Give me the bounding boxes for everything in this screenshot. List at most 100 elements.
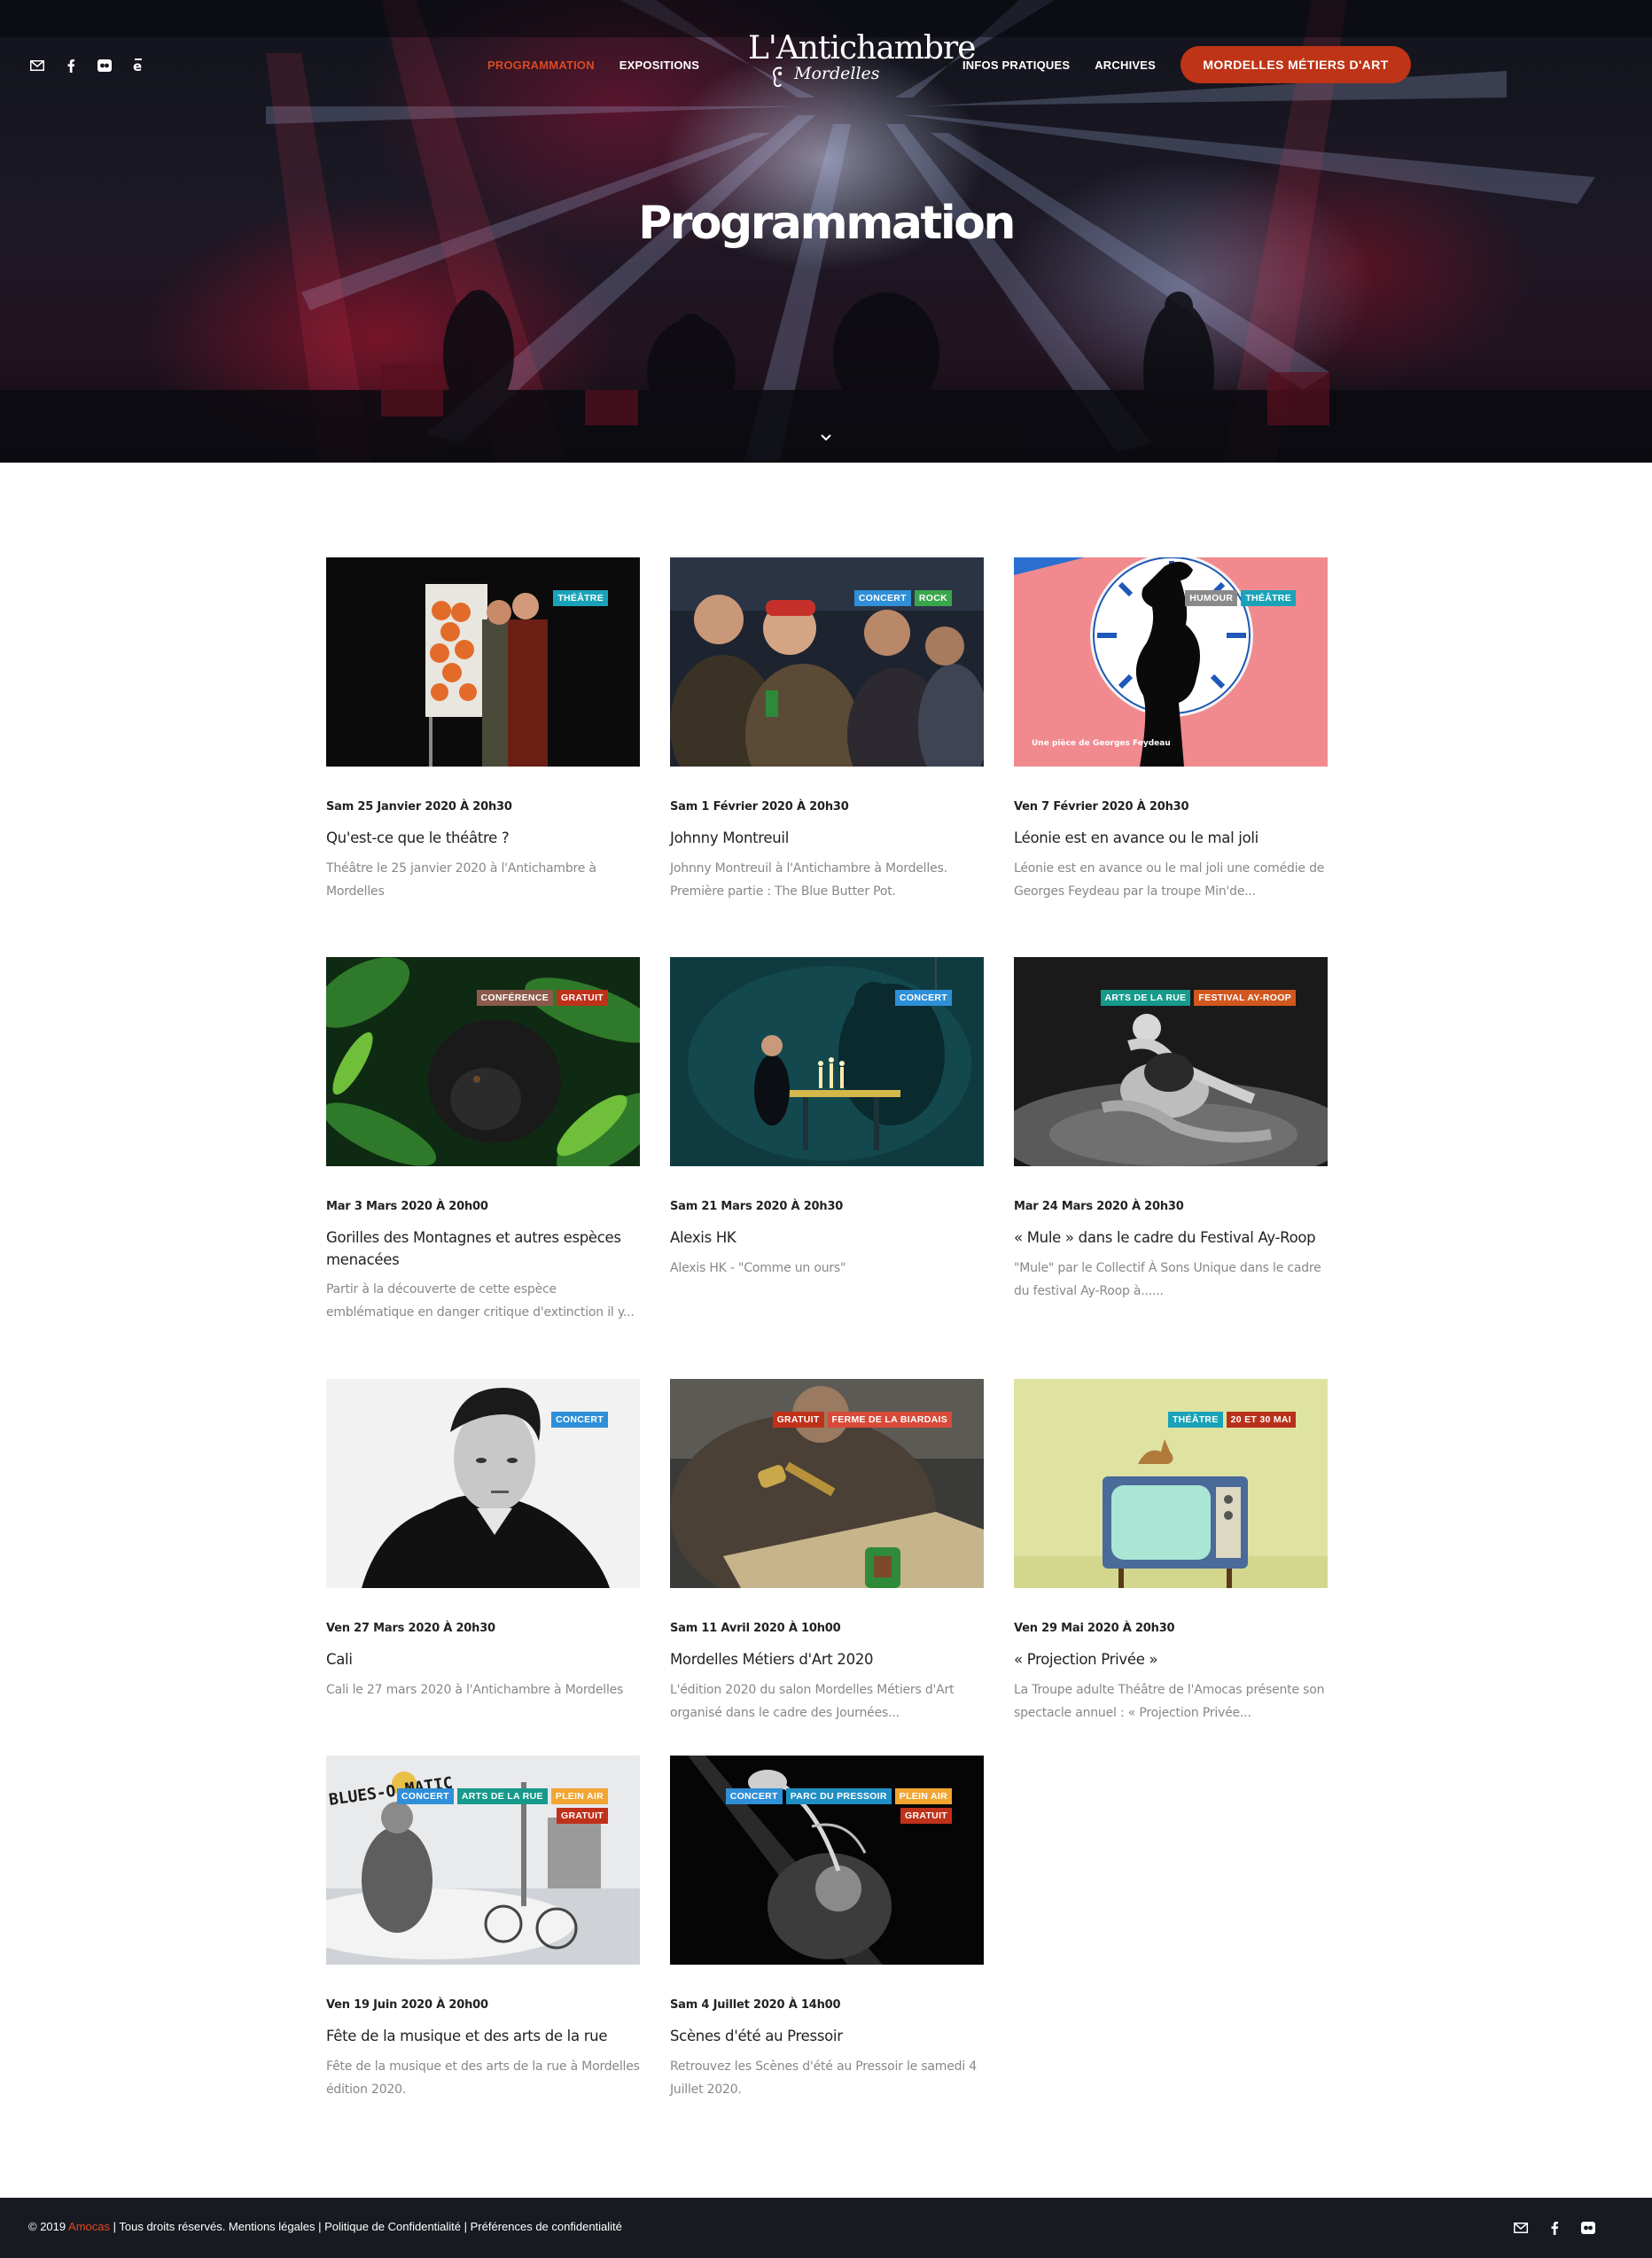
logo-sub-text: Mordelles (794, 64, 880, 83)
tag-badge[interactable]: FESTIVAL AY-ROOP (1194, 990, 1296, 1006)
nav-archives[interactable]: ARCHIVES (1095, 58, 1156, 72)
event-title[interactable]: Gorilles des Montagnes et autres espèces… (326, 1226, 640, 1271)
amocas-link[interactable]: Amocas (68, 2220, 110, 2233)
event-excerpt: Fête de la musique et des arts de la rue… (326, 2059, 640, 2097)
tag-badge[interactable]: FERME DE LA BIARDAIS (827, 1412, 952, 1428)
event-date: Ven 19 Juin 2020 À 20h00 (326, 1998, 488, 2012)
tag-badge[interactable]: CONCERT (894, 990, 952, 1006)
facebook-icon[interactable] (62, 57, 80, 74)
event-title[interactable]: Mordelles Métiers d'Art 2020 (670, 1648, 984, 1670)
event-card[interactable]: ARTS DE LA RUE FESTIVAL AY-ROOP Mar 24 M… (1014, 957, 1328, 1298)
nav-infos-pratiques[interactable]: INFOS PRATIQUES (962, 58, 1070, 72)
event-title[interactable]: Qu'est-ce que le théâtre ? (326, 827, 640, 849)
mail-icon[interactable] (28, 57, 46, 74)
tag-badge[interactable]: GRATUIT (557, 990, 608, 1006)
chevron-down-icon[interactable] (817, 431, 835, 443)
event-card[interactable]: BLUES-O-MATIC CONCERT ARTS DE LA RUE PLE… (326, 1756, 640, 2097)
event-date: Sam 1 Février 2020 À 20h30 (670, 800, 849, 814)
event-excerpt: Johnny Montreuil à l'Antichambre à Morde… (670, 861, 947, 899)
flickr-icon[interactable] (1579, 2219, 1597, 2237)
tag-badge[interactable]: THÉÂTRE (553, 590, 608, 606)
tag-badge[interactable]: CONCERT (853, 590, 911, 606)
mordelles-metiers-art-button[interactable]: MORDELLES MÉTIERS D'ART (1181, 46, 1411, 83)
event-thumbnail[interactable]: GRATUIT FERME DE LA BIARDAIS (670, 1379, 984, 1588)
site-logo[interactable]: L'Antichambre Mordelles (743, 25, 976, 88)
event-thumbnail[interactable]: CONCERT ROCK (670, 557, 984, 767)
event-tags: CONFÉRENCE GRATUIT (378, 990, 608, 1006)
tag-badge[interactable]: ROCK (914, 590, 952, 606)
event-image (326, 557, 640, 767)
event-tags: CONCERT (721, 990, 952, 1006)
tag-badge[interactable]: GRATUIT (557, 1808, 608, 1824)
event-thumbnail[interactable]: THÉÂTRE 20 ET 30 MAI (1014, 1379, 1328, 1588)
event-card[interactable]: THÉÂTRE Sam 25 Janvier 2020 À 20h30 Qu'e… (326, 557, 640, 899)
event-excerpt: Alexis HK - "Comme un ours" (670, 1261, 846, 1275)
event-thumbnail[interactable]: Une pièce de Georges Feydeau HUMOUR THÉÂ… (1014, 557, 1328, 767)
event-card[interactable]: THÉÂTRE 20 ET 30 MAI Ven 29 Mai 2020 À 2… (1014, 1379, 1328, 1720)
tag-badge[interactable]: HUMOUR (1185, 590, 1238, 606)
event-title[interactable]: Johnny Montreuil (670, 827, 984, 849)
tag-badge[interactable]: GRATUIT (900, 1808, 952, 1824)
tag-badge[interactable]: THÉÂTRE (1167, 1412, 1223, 1428)
event-excerpt: La Troupe adulte Théâtre de l'Amocas pré… (1014, 1683, 1325, 1720)
e-icon[interactable]: e (129, 57, 147, 74)
nav-programmation[interactable]: PROGRAMMATION (487, 58, 595, 72)
tag-badge[interactable]: CONFÉRENCE (476, 990, 554, 1006)
nav-expositions[interactable]: EXPOSITIONS (620, 58, 699, 72)
event-tags: CONCERT PARC DU PRESSOIR PLEIN AIR GRATU… (721, 1788, 952, 1824)
event-title[interactable]: Léonie est en avance ou le mal joli (1014, 827, 1328, 849)
event-title[interactable]: « Mule » dans le cadre du Festival Ay-Ro… (1014, 1226, 1328, 1249)
event-date: Sam 25 Janvier 2020 À 20h30 (326, 800, 512, 814)
event-excerpt: L'édition 2020 du salon Mordelles Métier… (670, 1683, 955, 1720)
event-thumbnail[interactable]: CONCERT PARC DU PRESSOIR PLEIN AIR GRATU… (670, 1756, 984, 1965)
tag-badge[interactable]: ARTS DE LA RUE (456, 1788, 548, 1804)
event-image (670, 1756, 984, 1965)
tag-badge[interactable]: CONCERT (550, 1412, 608, 1428)
event-image (1014, 1379, 1328, 1588)
event-card[interactable]: CONCERT Sam 21 Mars 2020 À 20h30 Alexis … (670, 957, 984, 1275)
event-date: Ven 7 Février 2020 À 20h30 (1014, 800, 1189, 814)
event-title[interactable]: Scènes d'été au Pressoir (670, 2025, 984, 2047)
mail-icon[interactable] (1512, 2219, 1530, 2237)
main-nav-left: PROGRAMMATION EXPOSITIONS (487, 58, 699, 72)
event-title[interactable]: Cali (326, 1648, 640, 1670)
tag-badge[interactable]: ARTS DE LA RUE (1100, 990, 1191, 1006)
event-excerpt: Partir à la découverte de cette espèce e… (326, 1282, 635, 1320)
tag-badge[interactable]: GRATUIT (772, 1412, 824, 1428)
event-title[interactable]: Fête de la musique et des arts de la rue (326, 2025, 640, 2047)
tag-badge[interactable]: PLEIN AIR (894, 1788, 952, 1804)
svg-text:e: e (133, 58, 142, 74)
tag-badge[interactable]: PARC DU PRESSOIR (785, 1788, 892, 1804)
event-thumbnail[interactable]: CONCERT (670, 957, 984, 1166)
event-excerpt: "Mule" par le Collectif À Sons Unique da… (1014, 1261, 1321, 1298)
tag-badge[interactable]: PLEIN AIR (550, 1788, 608, 1804)
event-card[interactable]: CONFÉRENCE GRATUIT Mar 3 Mars 2020 À 20h… (326, 957, 640, 1320)
event-excerpt: Théâtre le 25 janvier 2020 à l'Antichamb… (326, 861, 596, 899)
event-card[interactable]: Une pièce de Georges Feydeau HUMOUR THÉÂ… (1014, 557, 1328, 899)
event-card[interactable]: CONCERT Ven 27 Mars 2020 À 20h30 Cali Ca… (326, 1379, 640, 1697)
event-tags: ARTS DE LA RUE FESTIVAL AY-ROOP (1065, 990, 1296, 1006)
footer-social-links (1512, 2219, 1597, 2237)
flickr-icon[interactable] (96, 57, 113, 74)
facebook-icon[interactable] (1546, 2219, 1563, 2237)
tag-badge[interactable]: THÉÂTRE (1241, 590, 1296, 606)
event-thumbnail[interactable]: THÉÂTRE (326, 557, 640, 767)
event-card[interactable]: CONCERT ROCK Sam 1 Février 2020 À 20h30 … (670, 557, 984, 899)
event-thumbnail[interactable]: BLUES-O-MATIC CONCERT ARTS DE LA RUE PLE… (326, 1756, 640, 1965)
tag-badge[interactable]: 20 ET 30 MAI (1226, 1412, 1296, 1428)
footer-legal-links[interactable]: | Tous droits réservés. Mentions légales… (113, 2220, 622, 2233)
header-social-links: e (28, 57, 147, 74)
event-image (670, 557, 984, 767)
event-title[interactable]: Alexis HK (670, 1226, 984, 1249)
event-card[interactable]: CONCERT PARC DU PRESSOIR PLEIN AIR GRATU… (670, 1756, 984, 2097)
tag-badge[interactable]: CONCERT (396, 1788, 454, 1804)
event-thumbnail[interactable]: CONCERT (326, 1379, 640, 1588)
event-card[interactable]: GRATUIT FERME DE LA BIARDAIS Sam 11 Avri… (670, 1379, 984, 1720)
event-title[interactable]: « Projection Privée » (1014, 1648, 1328, 1670)
main-nav-right: INFOS PRATIQUES ARCHIVES (962, 58, 1156, 72)
event-thumbnail[interactable]: ARTS DE LA RUE FESTIVAL AY-ROOP (1014, 957, 1328, 1166)
event-date: Sam 4 Juillet 2020 À 14h00 (670, 1998, 841, 2012)
event-thumbnail[interactable]: CONFÉRENCE GRATUIT (326, 957, 640, 1166)
event-image (670, 957, 984, 1166)
tag-badge[interactable]: CONCERT (725, 1788, 783, 1804)
